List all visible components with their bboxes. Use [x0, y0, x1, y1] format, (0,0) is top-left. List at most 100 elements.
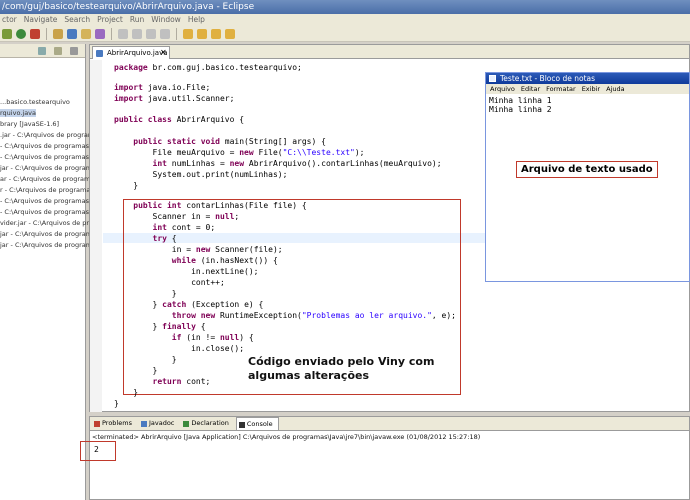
menu-item-search[interactable]: Search — [64, 14, 90, 26]
notepad-menu-item[interactable]: Exibir — [582, 84, 600, 94]
code-token: finally — [162, 322, 196, 331]
tab-declaration[interactable]: Declaration — [181, 417, 233, 430]
search-icon[interactable] — [118, 28, 128, 39]
code-token: ; — [234, 212, 240, 221]
code-token: Scanner(file); — [210, 245, 283, 254]
code-token: while — [114, 256, 196, 265]
code-token: File( — [253, 148, 283, 157]
code-token: throw new — [114, 311, 216, 320]
tree-item-jre[interactable]: brary [JavaSE-1.6] — [0, 120, 59, 128]
tab-problems[interactable]: Problems — [92, 417, 137, 430]
open-task-icon[interactable] — [95, 28, 105, 39]
code-line: System.out.print(numLinhas); — [114, 170, 288, 179]
next-annotation-icon[interactable] — [197, 28, 207, 39]
code-token: int — [114, 159, 167, 168]
code-line: } — [114, 181, 139, 190]
show-whitespace-icon[interactable] — [160, 28, 170, 39]
menu-item-run[interactable]: Run — [130, 14, 144, 26]
annotation-note: Código enviado pelo Viny com algumas alt… — [248, 355, 435, 382]
code-token: File meuArquivo = — [114, 148, 240, 157]
notepad-menu-item[interactable]: Editar — [521, 84, 540, 94]
collapse-all-icon[interactable] — [38, 47, 46, 55]
menu-item-project[interactable]: Project — [97, 14, 123, 26]
external-tools-icon[interactable] — [30, 28, 40, 39]
code-token: Scanner in = — [114, 212, 216, 221]
mark-occurrences-icon[interactable] — [146, 28, 156, 39]
console-icon — [238, 422, 245, 428]
code-line: } finally { — [114, 322, 206, 331]
prev-annotation-icon[interactable] — [183, 28, 193, 39]
code-token: numLinhas = — [166, 159, 230, 168]
forward-icon[interactable] — [225, 28, 235, 39]
code-token: public static void — [114, 137, 220, 146]
menu-item-window[interactable]: Window — [151, 14, 181, 26]
close-tab-icon[interactable]: ✕ — [160, 47, 167, 59]
tree-item-package[interactable]: ...basico.testearquivo — [0, 98, 70, 106]
declaration-icon — [183, 421, 190, 427]
annotation-icon[interactable] — [132, 28, 142, 39]
code-token: } — [114, 300, 163, 309]
code-token: import — [114, 83, 143, 92]
menu-bar: ctor Navigate Search Project Run Window … — [0, 14, 690, 26]
notepad-label: Arquivo de texto usado — [516, 161, 658, 178]
code-token: in = — [114, 245, 196, 254]
notepad-menu-item[interactable]: Ajuda — [606, 84, 624, 94]
code-token: int — [114, 223, 167, 232]
code-line: in = new Scanner(file); — [114, 245, 283, 254]
tree-item-file[interactable]: rquivo.java — [0, 109, 37, 117]
code-line: } — [114, 366, 158, 375]
editor-tab-abrirarquivo[interactable]: AbrirArquivo.java ✕ — [92, 46, 170, 59]
code-line: public static void main(String[] args) { — [114, 137, 326, 146]
editor-tab-label: AbrirArquivo.java — [107, 49, 168, 57]
notepad-title-text: Teste.txt - Bloco de notas — [500, 74, 596, 83]
code-token: return — [114, 377, 182, 386]
editor-tabs: AbrirArquivo.java ✕ — [90, 45, 689, 59]
code-token: try — [114, 234, 167, 243]
menu-item-help[interactable]: Help — [188, 14, 205, 26]
view-menu-icon[interactable] — [70, 47, 78, 55]
code-line: } catch (Exception e) { — [114, 300, 264, 309]
toolbar-separator — [46, 27, 47, 40]
code-token: java.util.Scanner; — [142, 94, 235, 103]
code-token: AbrirArquivo().contarLinhas(meuArquivo); — [244, 159, 442, 168]
code-token: "C:\\Teste.txt" — [282, 148, 355, 157]
link-editor-icon[interactable] — [54, 47, 62, 55]
debug-icon[interactable] — [2, 28, 12, 39]
open-type-icon[interactable] — [81, 28, 91, 39]
new-package-icon[interactable] — [53, 28, 63, 39]
code-line: if (in != null) { — [114, 333, 254, 342]
back-icon[interactable] — [211, 28, 221, 39]
tab-label: Declaration — [191, 419, 229, 427]
code-token: (in != — [181, 333, 220, 342]
code-token: (in.hasNext()) { — [195, 256, 278, 265]
notepad-icon — [489, 75, 496, 82]
notepad-menu-item[interactable]: Arquivo — [490, 84, 515, 94]
new-class-icon[interactable] — [67, 28, 77, 39]
code-line: } — [114, 388, 139, 397]
code-token: (Exception e) { — [186, 300, 264, 309]
code-line: } — [114, 289, 177, 298]
toolbar-separator — [111, 27, 112, 40]
code-token: RuntimeException( — [215, 311, 302, 320]
tab-javadoc[interactable]: Javadoc — [139, 417, 179, 430]
menu-item-navigate[interactable]: Navigate — [24, 14, 58, 26]
editor-gutter — [90, 60, 102, 412]
code-token: , e); — [431, 311, 456, 320]
run-icon[interactable] — [16, 28, 26, 39]
code-line: cont++; — [114, 278, 225, 287]
code-line: import java.util.Scanner; — [114, 94, 234, 103]
java-file-icon — [96, 50, 103, 57]
code-line: while (in.hasNext()) { — [114, 256, 278, 265]
code-token: null — [219, 333, 240, 342]
code-token: import — [114, 94, 143, 103]
code-token: "Problemas ao ler arquivo." — [301, 311, 432, 320]
notepad-text[interactable]: Minha linha 1 Minha linha 2 — [489, 96, 552, 114]
code-token: } — [114, 322, 163, 331]
code-token: AbrirArquivo { — [171, 115, 245, 124]
code-token: null — [215, 212, 235, 221]
menu-item-editor[interactable]: ctor — [2, 14, 17, 26]
notepad-title: Teste.txt - Bloco de notas — [486, 73, 689, 84]
tab-console[interactable]: Console — [235, 417, 279, 430]
notepad-menu-item[interactable]: Formatar — [546, 84, 576, 94]
code-token: catch — [162, 300, 187, 309]
